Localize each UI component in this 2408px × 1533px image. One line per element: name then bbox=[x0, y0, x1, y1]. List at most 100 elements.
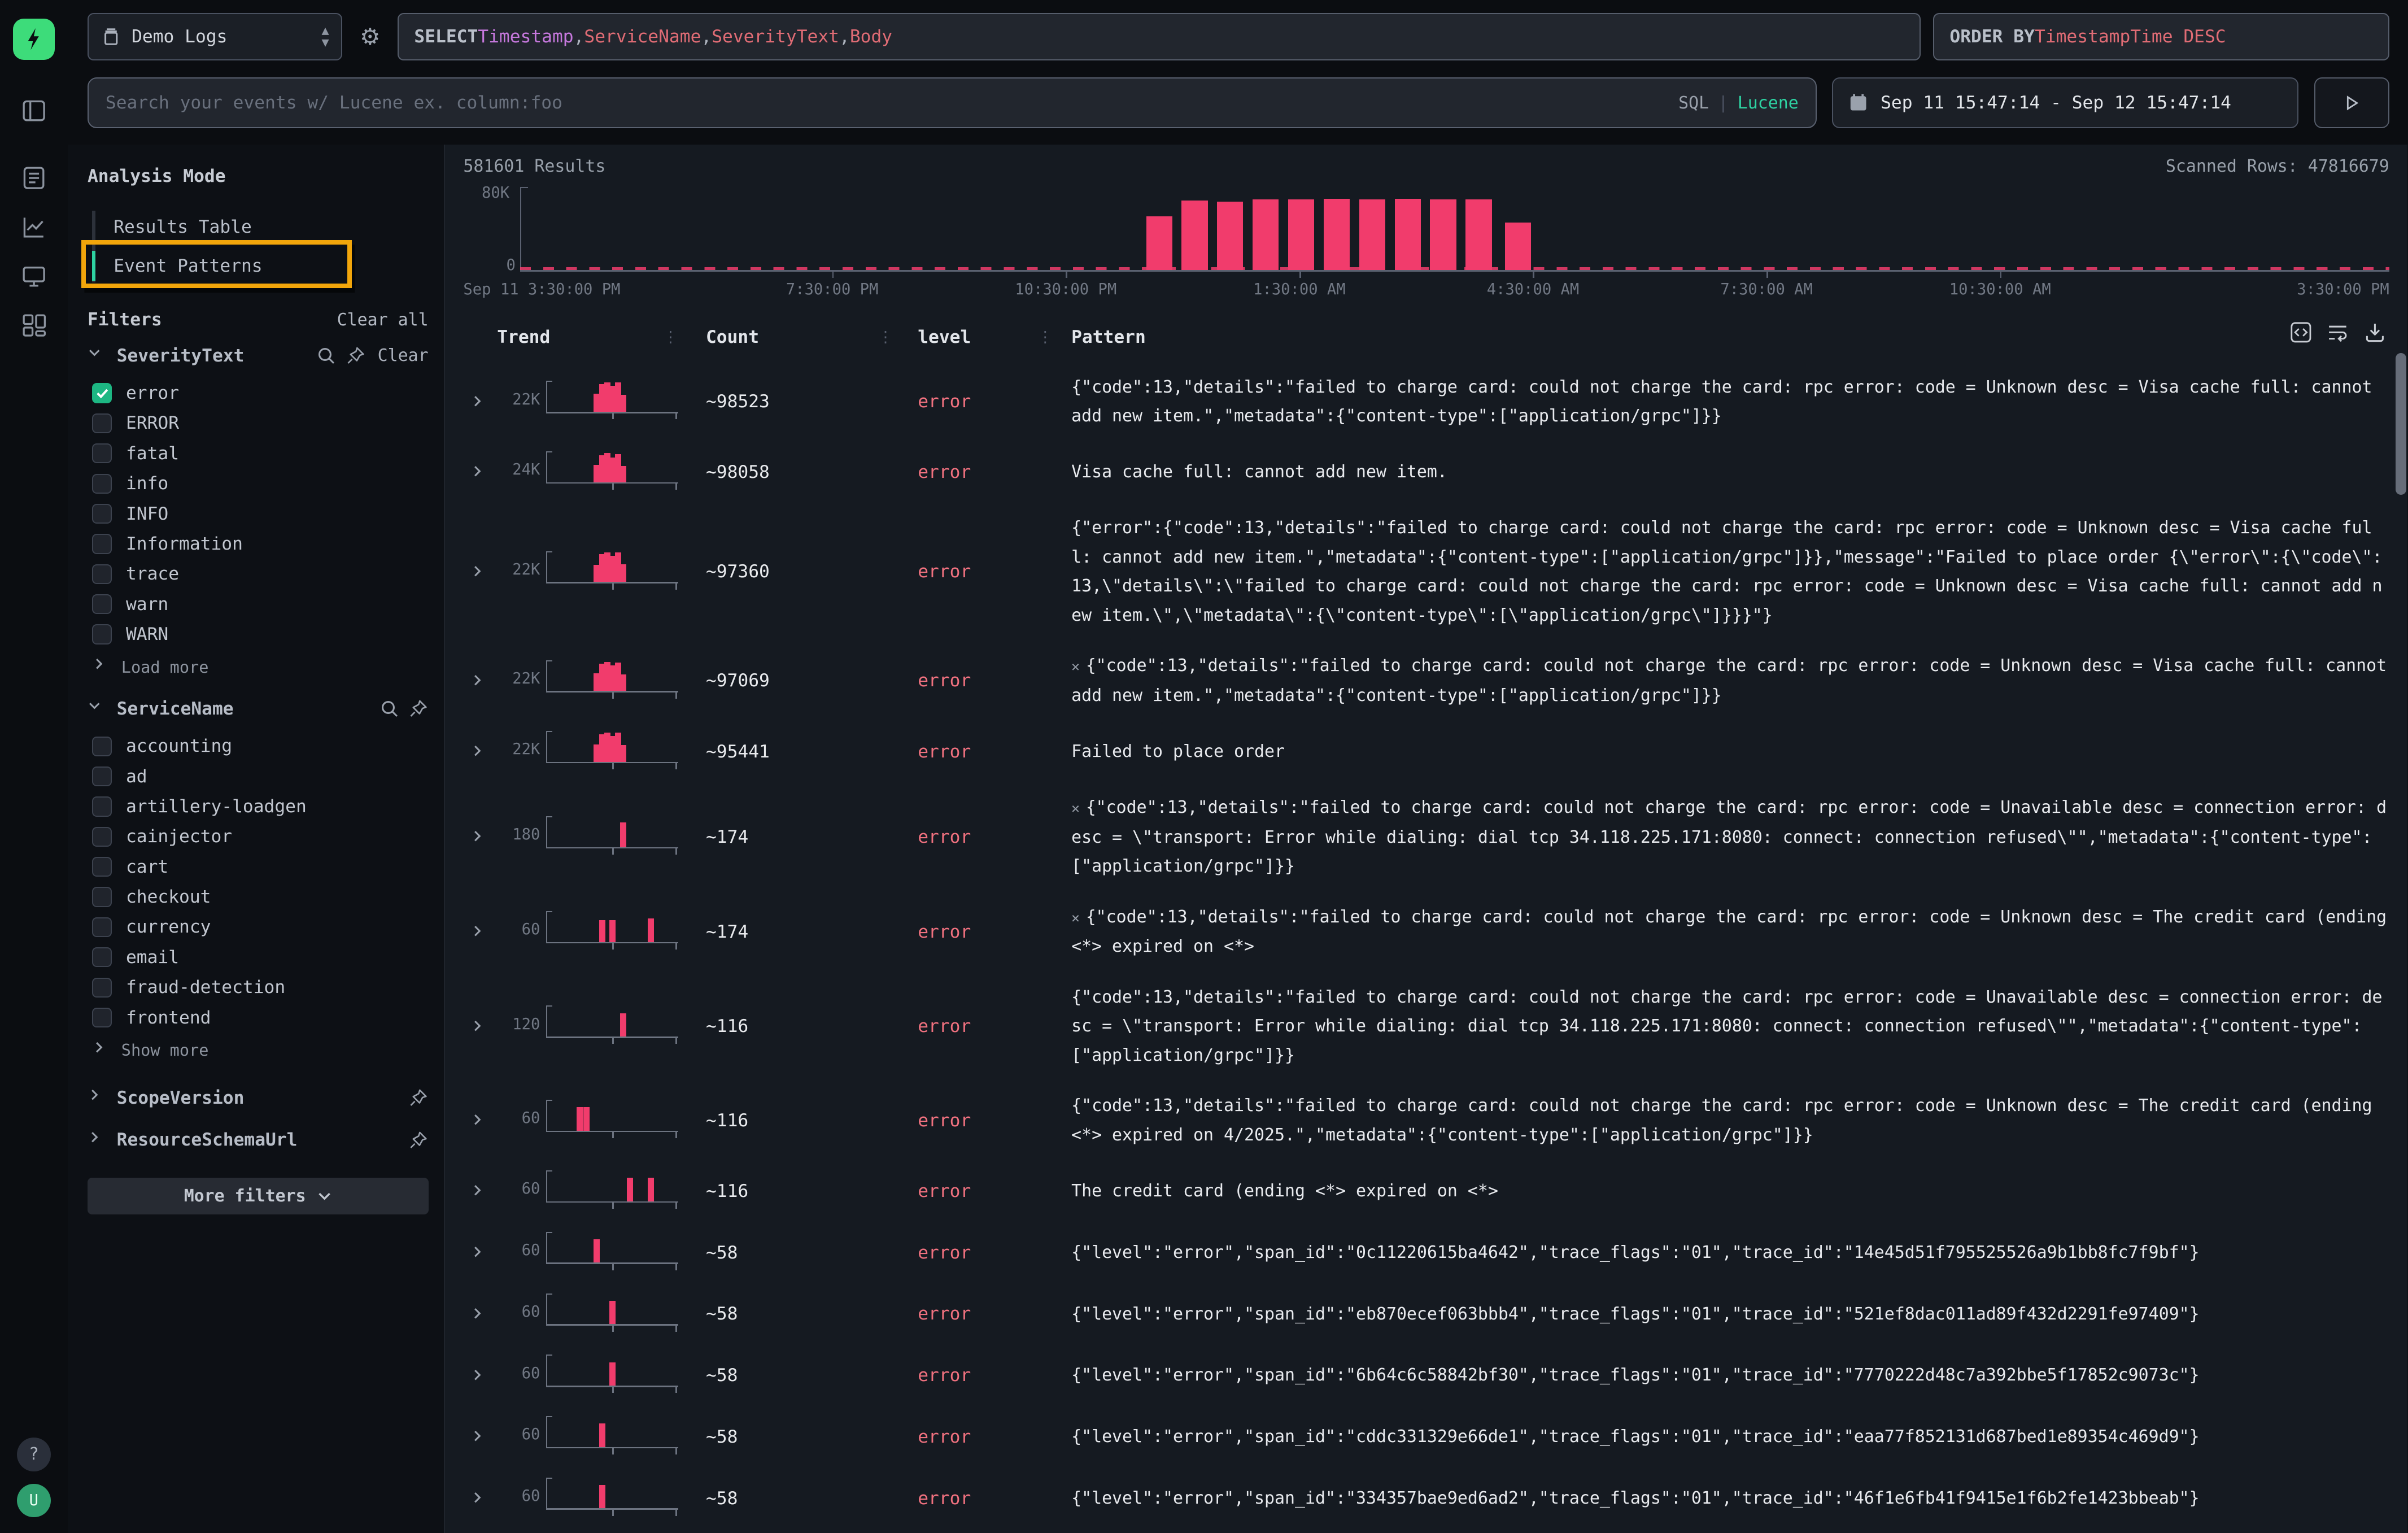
clear-filter-button[interactable]: Clear bbox=[378, 346, 429, 365]
sidebar-toggle-icon[interactable] bbox=[20, 97, 47, 124]
select-query-input[interactable]: SELECT Timestamp, ServiceName, SeverityT… bbox=[398, 13, 1921, 60]
checkbox-unchecked[interactable] bbox=[92, 978, 112, 998]
chart-explorer-icon[interactable] bbox=[20, 214, 47, 241]
filter-option-fatal[interactable]: fatal bbox=[88, 438, 429, 468]
filter-option-cart[interactable]: cart bbox=[88, 852, 429, 882]
run-query-button[interactable] bbox=[2314, 77, 2389, 128]
histogram-bar[interactable] bbox=[1253, 199, 1279, 270]
table-row[interactable]: 22K~95441errorFailed to place order bbox=[457, 718, 2408, 780]
gear-icon[interactable]: ⚙ bbox=[355, 23, 385, 50]
filter-option-info[interactable]: INFO bbox=[88, 499, 429, 529]
checkbox-unchecked[interactable] bbox=[92, 766, 112, 786]
checkbox-unchecked[interactable] bbox=[92, 534, 112, 554]
expand-row-chevron-icon[interactable] bbox=[457, 1181, 498, 1197]
table-row[interactable]: 60~174error✕{"code":13,"details":"failed… bbox=[457, 890, 2408, 970]
histogram-bar[interactable] bbox=[1181, 201, 1207, 270]
checkbox-unchecked[interactable] bbox=[92, 594, 112, 614]
checkbox-unchecked[interactable] bbox=[92, 504, 112, 524]
expand-row-chevron-icon[interactable] bbox=[457, 561, 498, 578]
table-row[interactable]: 60~58error{"level":"error","span_id":"33… bbox=[457, 1465, 2408, 1527]
filter-group-header-scopeversion[interactable]: ScopeVersion bbox=[88, 1088, 429, 1108]
more-filters-button[interactable]: More filters bbox=[88, 1178, 429, 1214]
sessions-monitor-icon[interactable] bbox=[20, 263, 47, 290]
filter-option-cainjector[interactable]: cainjector bbox=[88, 822, 429, 852]
expand-row-chevron-icon[interactable] bbox=[457, 826, 498, 843]
checkbox-unchecked[interactable] bbox=[92, 1008, 112, 1027]
table-row[interactable]: 180~174error✕{"code":13,"details":"faile… bbox=[457, 780, 2408, 890]
histogram-bar[interactable] bbox=[1359, 199, 1385, 270]
col-header-pattern[interactable]: Pattern bbox=[1059, 327, 2389, 347]
checkbox-unchecked[interactable] bbox=[92, 857, 112, 877]
clear-all-button[interactable]: Clear all bbox=[337, 310, 429, 330]
filter-option-info[interactable]: info bbox=[88, 469, 429, 499]
events-histogram[interactable]: 80K 0 Sep 11 3:30:00 PM7:30:00 PM10:30:0… bbox=[457, 182, 2408, 296]
expand-row-chevron-icon[interactable] bbox=[457, 1110, 498, 1127]
load-more-button[interactable]: Show more bbox=[88, 1033, 429, 1066]
search-logs-icon[interactable] bbox=[20, 164, 47, 192]
expand-row-chevron-icon[interactable] bbox=[457, 1426, 498, 1443]
filter-option-currency[interactable]: currency bbox=[88, 912, 429, 942]
filter-group-header-resourceschemaurl[interactable]: ResourceSchemaUrl bbox=[88, 1130, 429, 1150]
checkbox-unchecked[interactable] bbox=[92, 737, 112, 756]
orderby-input[interactable]: ORDER BY TimestampTime DESC bbox=[1933, 13, 2389, 60]
filter-group-header-severitytext[interactable]: SeverityTextClear bbox=[88, 346, 429, 366]
table-row[interactable]: 60~58error{"level":"error","span_id":"0c… bbox=[457, 1220, 2408, 1281]
view-code-icon[interactable] bbox=[2289, 321, 2313, 344]
pin-icon[interactable] bbox=[408, 699, 428, 718]
help-button[interactable]: ? bbox=[17, 1438, 51, 1471]
pin-icon[interactable] bbox=[408, 1130, 428, 1150]
checkbox-unchecked[interactable] bbox=[92, 796, 112, 816]
table-row[interactable]: 60~58error{"level":"error","span_id":"b9… bbox=[457, 1527, 2408, 1533]
search-icon[interactable] bbox=[379, 699, 399, 718]
download-icon[interactable] bbox=[2363, 321, 2387, 344]
filter-option-ad[interactable]: ad bbox=[88, 761, 429, 791]
checkbox-unchecked[interactable] bbox=[92, 474, 112, 494]
filter-option-warn[interactable]: warn bbox=[88, 589, 429, 619]
filter-option-checkout[interactable]: checkout bbox=[88, 882, 429, 912]
expand-row-chevron-icon[interactable] bbox=[457, 921, 498, 938]
expand-row-chevron-icon[interactable] bbox=[457, 1303, 498, 1320]
search-icon[interactable] bbox=[316, 346, 336, 365]
histogram-bar[interactable] bbox=[1465, 199, 1491, 270]
user-avatar[interactable]: U bbox=[17, 1484, 51, 1518]
filter-option-fraud-detection[interactable]: fraud-detection bbox=[88, 973, 429, 1003]
table-row[interactable]: 22K~97069error✕{"code":13,"details":"fai… bbox=[457, 638, 2408, 718]
filter-group-header-servicename[interactable]: ServiceName bbox=[88, 699, 429, 719]
search-input[interactable]: Search your events w/ Lucene ex. column:… bbox=[88, 77, 1817, 128]
expand-row-chevron-icon[interactable] bbox=[457, 391, 498, 408]
col-header-count[interactable]: Count⋮ bbox=[684, 327, 900, 347]
col-resize-handle[interactable]: ⋮ bbox=[878, 328, 893, 346]
histogram-bar[interactable] bbox=[1217, 202, 1243, 270]
col-resize-handle[interactable]: ⋮ bbox=[1037, 328, 1053, 346]
filter-option-artillery-loadgen[interactable]: artillery-loadgen bbox=[88, 791, 429, 821]
expand-row-chevron-icon[interactable] bbox=[457, 1242, 498, 1259]
expand-row-chevron-icon[interactable] bbox=[457, 461, 498, 478]
filter-option-error[interactable]: error bbox=[88, 378, 429, 408]
col-header-trend[interactable]: Trend⋮ bbox=[497, 327, 684, 347]
histogram-bar[interactable] bbox=[1395, 199, 1421, 271]
filter-option-warn[interactable]: WARN bbox=[88, 619, 429, 649]
filter-option-error[interactable]: ERROR bbox=[88, 408, 429, 438]
table-row[interactable]: 60~58error{"level":"error","span_id":"eb… bbox=[457, 1281, 2408, 1343]
vertical-scrollbar-thumb[interactable] bbox=[2396, 353, 2406, 494]
pin-icon[interactable] bbox=[346, 346, 365, 365]
table-row[interactable]: 22K~98523error{"code":13,"details":"fail… bbox=[457, 360, 2408, 439]
expand-row-chevron-icon[interactable] bbox=[457, 670, 498, 687]
table-row[interactable]: 60~58error{"level":"error","span_id":"cd… bbox=[457, 1404, 2408, 1465]
source-select[interactable]: Demo Logs ▲▼ bbox=[88, 13, 342, 60]
checkbox-unchecked[interactable] bbox=[92, 564, 112, 584]
col-resize-handle[interactable]: ⋮ bbox=[663, 328, 678, 346]
exclude-x-icon[interactable]: ✕ bbox=[1071, 909, 1080, 926]
checkbox-unchecked[interactable] bbox=[92, 413, 112, 433]
histogram-bar[interactable] bbox=[1505, 223, 1531, 270]
table-row[interactable]: 60~116error{"code":13,"details":"failed … bbox=[457, 1078, 2408, 1158]
histogram-bar[interactable] bbox=[1288, 199, 1314, 270]
expand-row-chevron-icon[interactable] bbox=[457, 1488, 498, 1505]
table-row[interactable]: 60~116errorThe credit card (ending <*> e… bbox=[457, 1158, 2408, 1220]
analysis-mode-item-results-table[interactable]: Results Table bbox=[92, 208, 428, 247]
pin-icon[interactable] bbox=[408, 1088, 428, 1108]
expand-row-chevron-icon[interactable] bbox=[457, 1016, 498, 1033]
filter-option-information[interactable]: Information bbox=[88, 529, 429, 559]
histogram-bar[interactable] bbox=[1430, 199, 1456, 270]
expand-row-chevron-icon[interactable] bbox=[457, 741, 498, 758]
